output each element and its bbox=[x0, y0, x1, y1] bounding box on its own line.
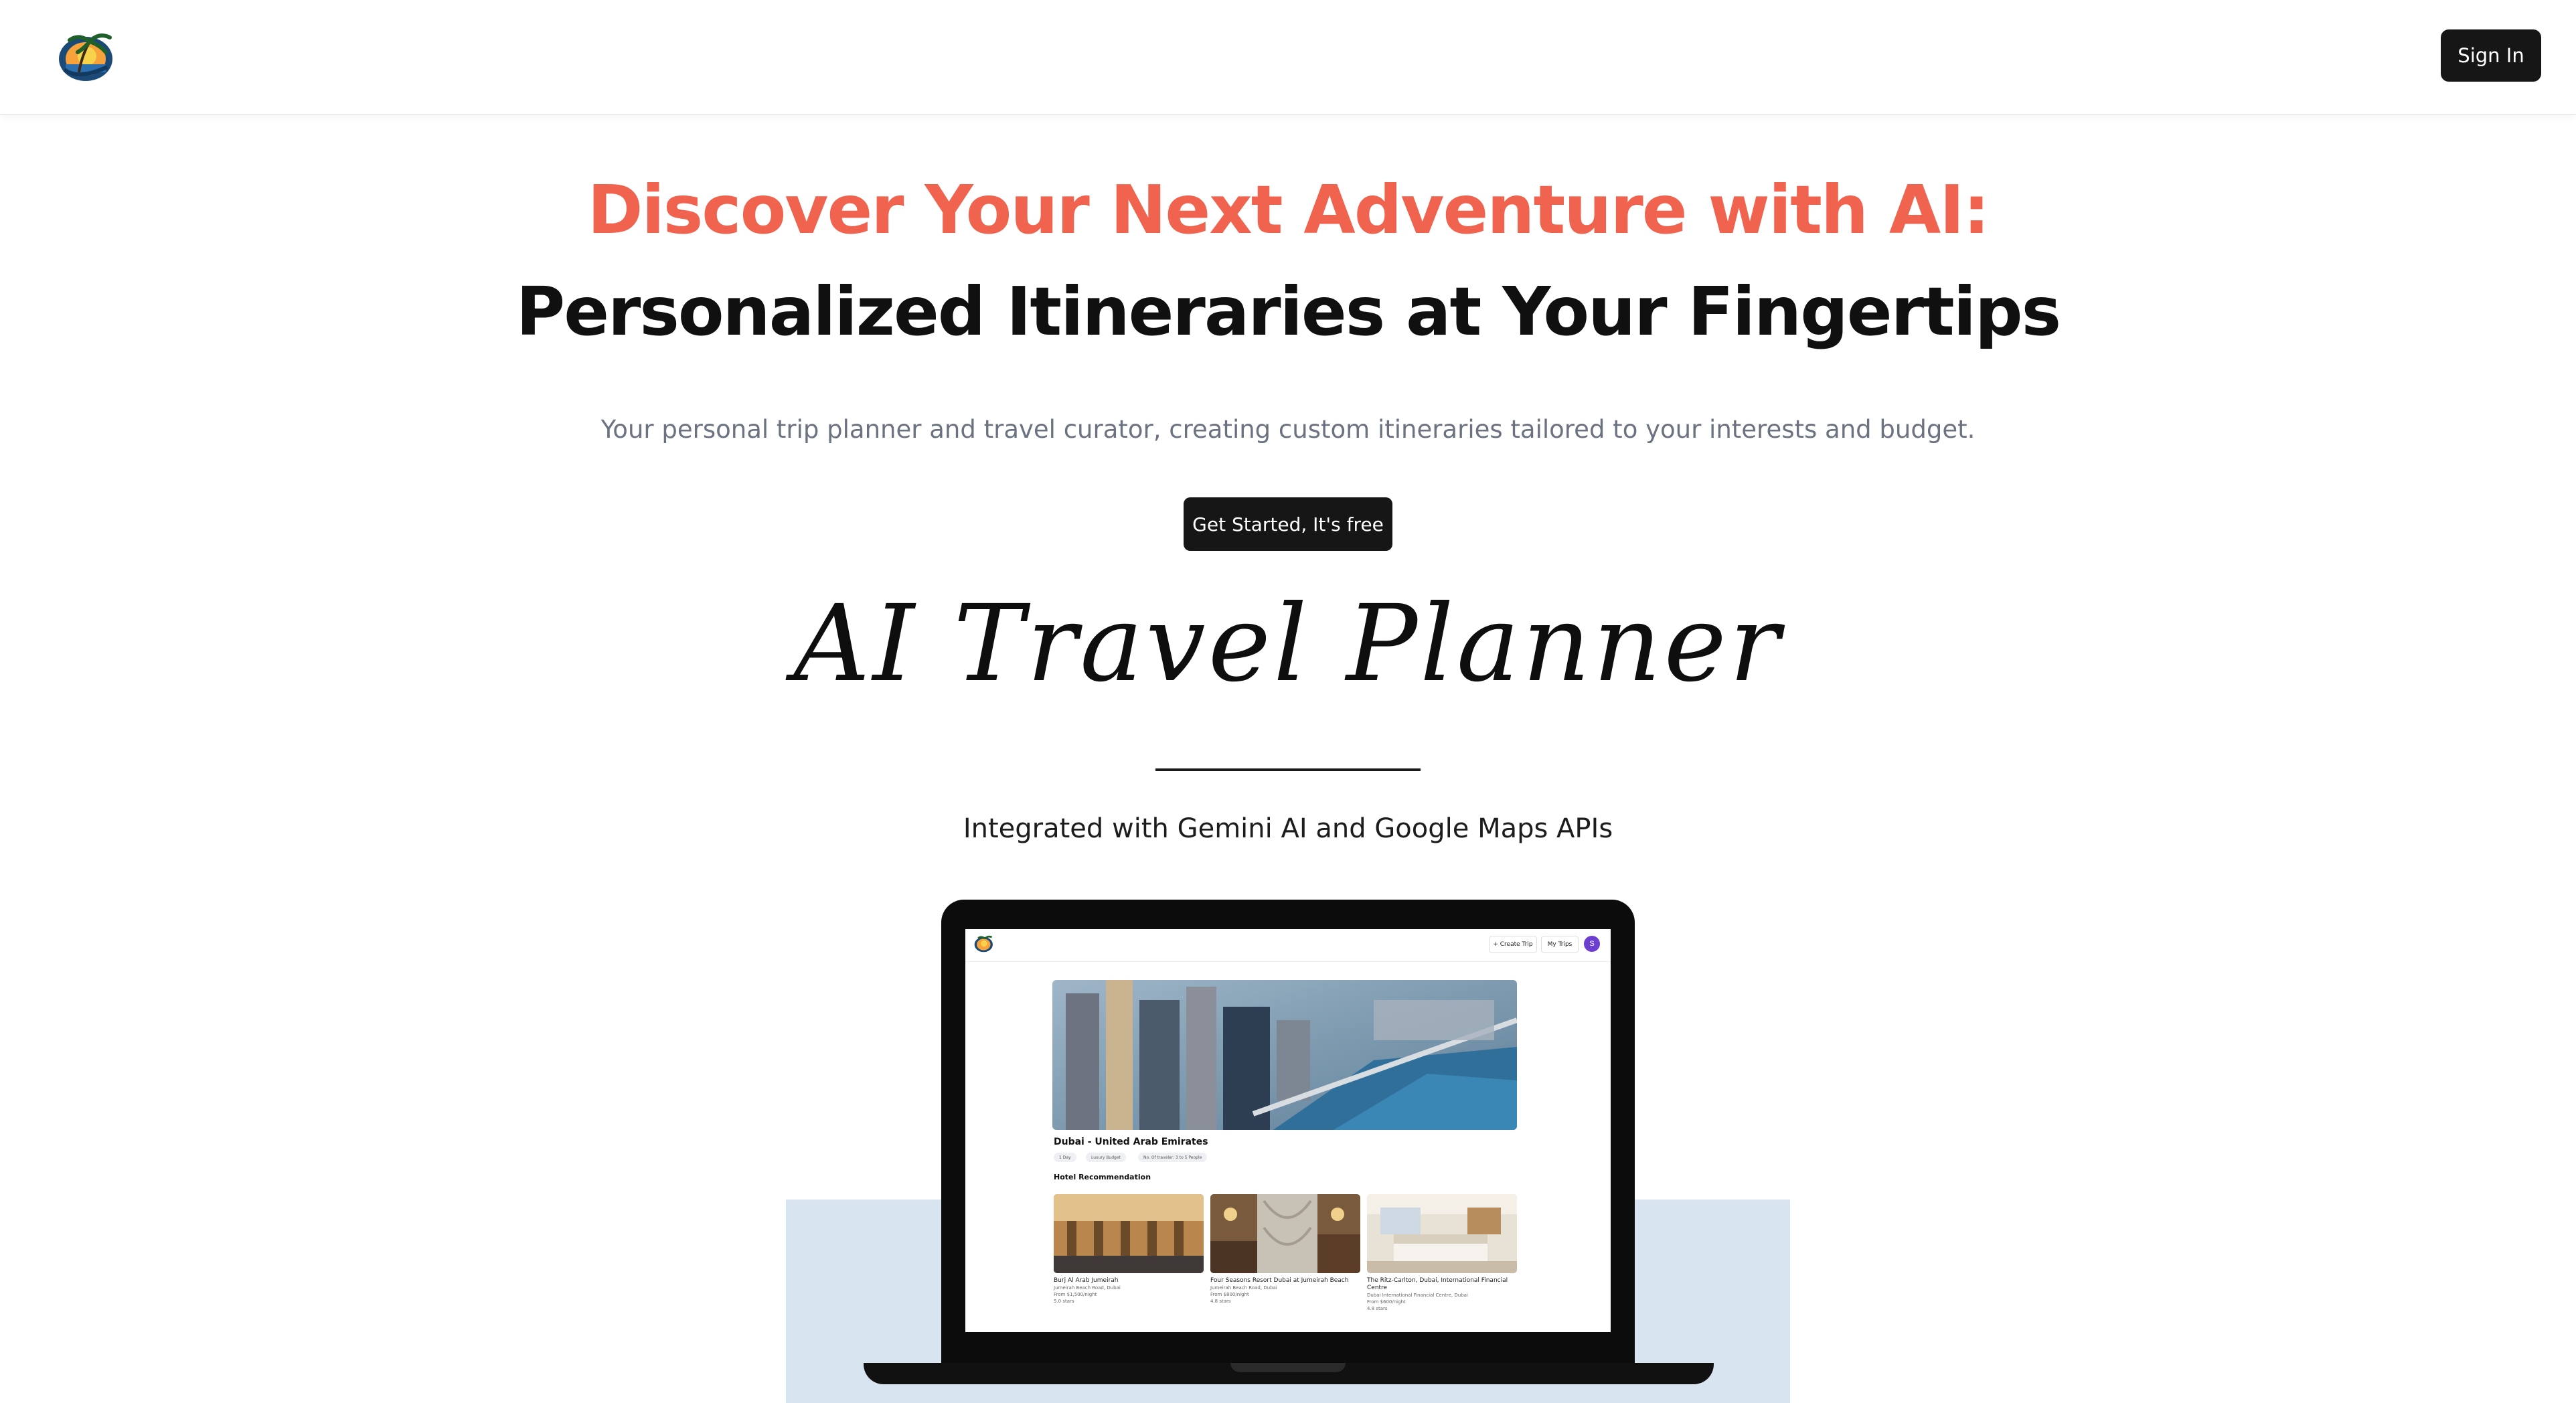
integration-text: Integrated with Gemini AI and Google Map… bbox=[963, 813, 1613, 844]
preview-chip: No. Of traveler: 3 to 5 People bbox=[1138, 1153, 1208, 1162]
hero-title-rest: Personalized Itineraries at Your Fingert… bbox=[515, 272, 2061, 351]
hotel-image bbox=[1367, 1194, 1517, 1273]
hotel-name: Burj Al Arab Jumeirah bbox=[1054, 1277, 1119, 1284]
preview-logo-icon bbox=[972, 933, 996, 953]
app-preview-screen: + Create Trip My Trips S Dubai - United … bbox=[965, 929, 1611, 1332]
preview-section-title: Hotel Recommendation bbox=[1054, 1173, 1151, 1181]
hotel-image bbox=[1210, 1194, 1360, 1273]
palm-tree-logo-icon[interactable] bbox=[52, 25, 122, 84]
hotel-name: The Ritz-Carlton, Dubai, International F… bbox=[1367, 1277, 1508, 1291]
hero-subtitle: Your personal trip planner and travel cu… bbox=[600, 415, 1976, 444]
preview-hotel-card[interactable]: Burj Al Arab Jumeirah Jumeirah Beach Roa… bbox=[1054, 1194, 1204, 1305]
hotel-rating: 5.0 stars bbox=[1054, 1299, 1074, 1304]
hotel-name: Four Seasons Resort Dubai at Jumeirah Be… bbox=[1210, 1277, 1349, 1284]
preview-my-trips-button[interactable]: My Trips bbox=[1541, 936, 1579, 953]
preview-hotel-card[interactable]: Four Seasons Resort Dubai at Jumeirah Be… bbox=[1210, 1194, 1360, 1305]
sign-in-button[interactable]: Sign In bbox=[2441, 29, 2541, 82]
get-started-button[interactable]: Get Started, It's free bbox=[1184, 497, 1392, 551]
hotel-rating: 4.8 stars bbox=[1210, 1299, 1231, 1304]
hotel-image bbox=[1054, 1194, 1204, 1273]
preview-hotel-card[interactable]: The Ritz-Carlton, Dubai, International F… bbox=[1367, 1194, 1517, 1312]
hero-title-accent: Discover Your Next Adventure with AI: bbox=[587, 171, 1990, 249]
hotel-address: Dubai International Financial Centre, Du… bbox=[1367, 1293, 1468, 1298]
divider bbox=[1155, 768, 1421, 771]
brand-title: AI Travel Planner bbox=[793, 582, 1783, 706]
preview-destination-title: Dubai - United Arab Emirates bbox=[1054, 1137, 1208, 1147]
hero-title: Discover Your Next Adventure with AI: Pe… bbox=[402, 159, 2174, 363]
preview-avatar[interactable]: S bbox=[1584, 936, 1600, 952]
top-navbar: Sign In bbox=[0, 0, 2576, 115]
hotel-address: Jumeirah Beach Road, Dubai bbox=[1054, 1285, 1121, 1291]
preview-navbar: + Create Trip My Trips S bbox=[965, 929, 1611, 962]
laptop-notch bbox=[1230, 1363, 1346, 1372]
hotel-price: From $1,500/night bbox=[1054, 1292, 1097, 1297]
hotel-rating: 4.8 stars bbox=[1367, 1306, 1388, 1311]
preview-create-trip-button[interactable]: + Create Trip bbox=[1489, 936, 1537, 953]
hotel-price: From $800/night bbox=[1210, 1292, 1249, 1297]
preview-chip: Luxury Budget bbox=[1086, 1153, 1126, 1162]
preview-chip: 1 Day bbox=[1054, 1153, 1076, 1162]
preview-destination-image bbox=[1052, 980, 1517, 1130]
hotel-address: Jumeirah Beach Road, Dubai bbox=[1210, 1285, 1277, 1291]
hotel-price: From $600/night bbox=[1367, 1299, 1406, 1305]
